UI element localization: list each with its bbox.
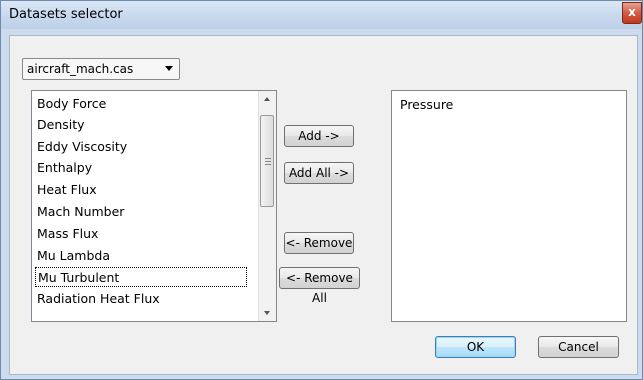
dataset-dropdown[interactable]: aircraft_mach.cas: [22, 58, 180, 80]
dataset-dropdown-value: aircraft_mach.cas: [27, 62, 134, 76]
list-item[interactable]: Radiation Heat Flux: [37, 289, 160, 309]
list-item[interactable]: Eddy Viscosity: [37, 137, 127, 157]
window-title: Datasets selector: [9, 7, 123, 22]
close-button[interactable]: x: [622, 2, 642, 24]
cancel-button[interactable]: Cancel: [538, 336, 619, 358]
close-icon: x: [628, 5, 636, 19]
title-bar[interactable]: Datasets selector x: [1, 1, 642, 29]
remove-all-button[interactable]: <- Remove All: [279, 267, 360, 305]
remove-button[interactable]: <- Remove: [284, 232, 354, 254]
list-item[interactable]: Pressure: [400, 97, 453, 112]
list-item[interactable]: Body Force: [37, 94, 106, 114]
list-item[interactable]: Heat Flux: [37, 180, 97, 200]
selected-datasets-list[interactable]: Pressure: [391, 90, 627, 322]
add-button[interactable]: Add ->: [284, 125, 354, 147]
chevron-down-icon[interactable]: [165, 66, 173, 71]
grip-icon: [265, 158, 271, 165]
datasets-selector-dialog: Datasets selector x aircraft_mach.cas Bo…: [0, 0, 643, 380]
vertical-scrollbar[interactable]: [258, 91, 276, 321]
scroll-down-icon[interactable]: [259, 304, 276, 321]
list-item[interactable]: Mu Lambda: [37, 246, 110, 266]
scroll-up-icon[interactable]: [259, 91, 276, 108]
ok-button[interactable]: OK: [435, 336, 516, 358]
add-all-button[interactable]: Add All ->: [284, 162, 354, 184]
list-item[interactable]: Density: [37, 115, 85, 135]
list-item[interactable]: Mass Flux: [37, 224, 98, 244]
scrollbar-thumb[interactable]: [260, 115, 274, 207]
list-item-focused[interactable]: Mu Turbulent: [35, 267, 247, 287]
available-datasets-list[interactable]: Body Force Density Eddy Viscosity Enthal…: [31, 90, 277, 322]
dialog-client-area: aircraft_mach.cas Body Force Density Edd…: [9, 35, 638, 375]
list-item[interactable]: Mach Number: [37, 202, 124, 222]
list-item[interactable]: Enthalpy: [37, 158, 92, 178]
